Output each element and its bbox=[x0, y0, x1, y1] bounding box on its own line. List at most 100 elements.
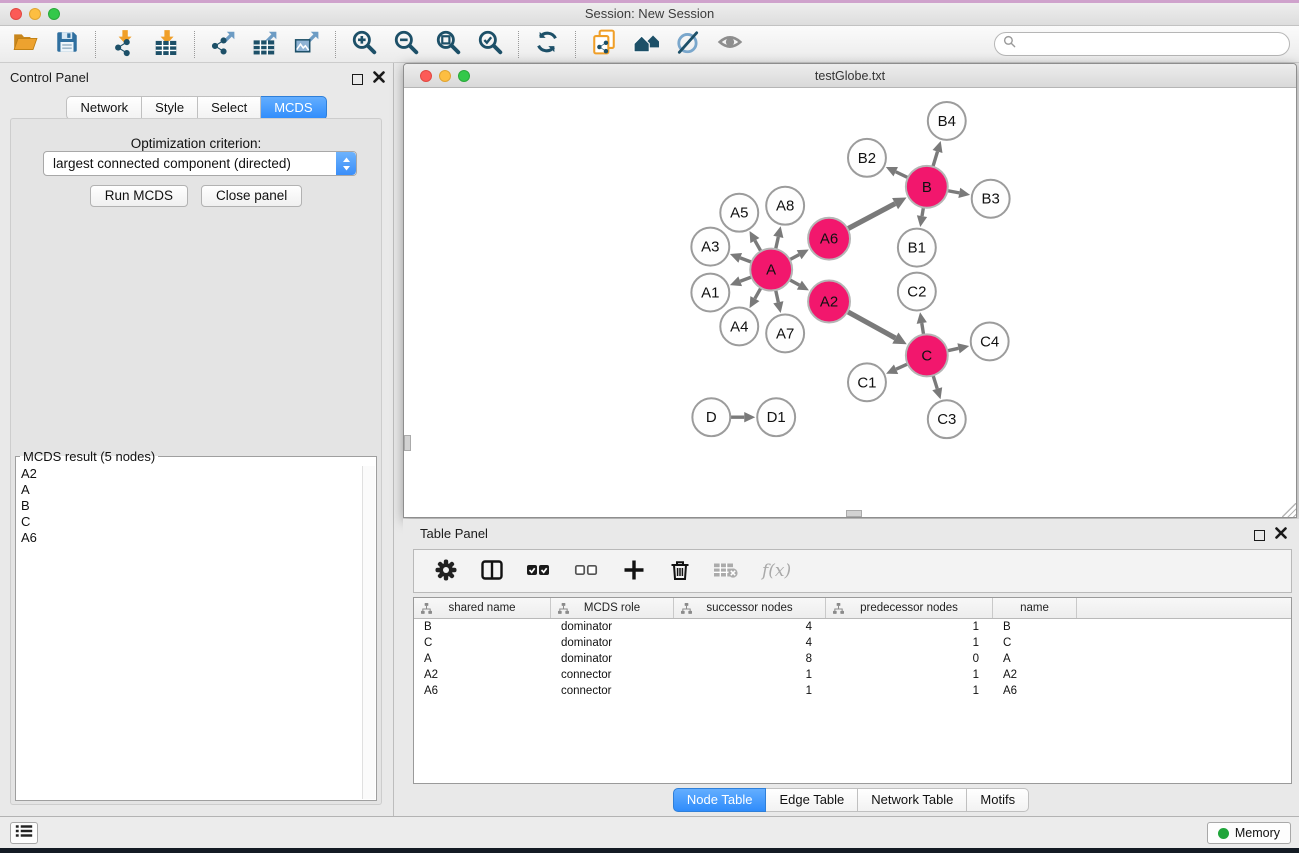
export-table-button[interactable] bbox=[244, 28, 286, 60]
node-A1[interactable]: A1 bbox=[691, 274, 729, 312]
svg-text:A2: A2 bbox=[820, 293, 838, 310]
horizontal-scroll-thumb[interactable] bbox=[846, 510, 862, 517]
tab-network-table[interactable]: Network Table bbox=[858, 788, 967, 812]
mcds-result-item[interactable]: A6 bbox=[17, 530, 362, 546]
add-column-button[interactable] bbox=[622, 558, 644, 585]
run-mcds-button[interactable]: Run MCDS bbox=[90, 185, 188, 207]
node-B1[interactable]: B1 bbox=[898, 229, 936, 267]
memory-button[interactable]: Memory bbox=[1207, 822, 1291, 844]
column-header-shared-name[interactable]: shared name bbox=[414, 598, 551, 618]
birdseye-toggle-button[interactable] bbox=[709, 28, 751, 60]
cell: dominator bbox=[551, 621, 674, 633]
tab-mcds[interactable]: MCDS bbox=[261, 96, 326, 120]
table-row[interactable]: Adominator80A bbox=[414, 651, 1291, 667]
column-type-icon bbox=[681, 603, 692, 617]
node-C[interactable]: C bbox=[906, 334, 948, 376]
mcds-result-item[interactable]: A2 bbox=[17, 466, 362, 482]
delete-column-button[interactable] bbox=[668, 558, 690, 585]
node-A5[interactable]: A5 bbox=[720, 194, 758, 232]
node-A8[interactable]: A8 bbox=[766, 187, 804, 225]
tab-network[interactable]: Network bbox=[66, 96, 142, 120]
table-row[interactable]: A2connector11A2 bbox=[414, 667, 1291, 683]
resize-grip[interactable] bbox=[1282, 503, 1296, 517]
zoom-selected-button[interactable] bbox=[469, 28, 511, 60]
refresh-network-button[interactable] bbox=[526, 28, 568, 60]
close-panel-icon[interactable] bbox=[373, 70, 385, 88]
table-close-panel-icon[interactable] bbox=[1275, 526, 1287, 544]
criterion-dropdown[interactable]: largest connected component (directed) bbox=[43, 151, 357, 176]
column-header-name[interactable]: name bbox=[993, 598, 1077, 618]
node-D1[interactable]: D1 bbox=[757, 398, 795, 436]
network-window-titlebar[interactable]: testGlobe.txt bbox=[404, 64, 1296, 88]
float-panel-icon[interactable] bbox=[352, 74, 363, 85]
node-D[interactable]: D bbox=[692, 398, 730, 436]
node-B3[interactable]: B3 bbox=[972, 180, 1010, 218]
svg-text:B: B bbox=[922, 179, 932, 196]
node-B4[interactable]: B4 bbox=[928, 102, 966, 140]
node-C2[interactable]: C2 bbox=[898, 273, 936, 311]
node-C4[interactable]: C4 bbox=[971, 322, 1009, 360]
table-float-panel-icon[interactable] bbox=[1254, 530, 1265, 541]
search-box[interactable] bbox=[994, 32, 1290, 56]
table-settings-button[interactable] bbox=[434, 558, 456, 585]
copy-network-icon bbox=[591, 29, 617, 60]
cell: dominator bbox=[551, 653, 674, 665]
toolbar-separator bbox=[95, 31, 96, 58]
table-row[interactable]: Bdominator41B bbox=[414, 619, 1291, 635]
import-network-button[interactable] bbox=[103, 28, 145, 60]
open-file-button[interactable] bbox=[4, 28, 46, 60]
table-row[interactable]: A6connector11A6 bbox=[414, 683, 1291, 699]
svg-text:C3: C3 bbox=[937, 411, 956, 428]
mcds-result-item[interactable]: C bbox=[17, 514, 362, 530]
node-A4[interactable]: A4 bbox=[720, 307, 758, 345]
node-B[interactable]: B bbox=[906, 166, 948, 208]
zoom-fit-button[interactable] bbox=[427, 28, 469, 60]
network-canvas[interactable]: B4 B2 B B3 A8A5 A6 A3 B1 A A1 C2 A2 A4A7 C4 C C1 C3 D D1 bbox=[404, 89, 1296, 517]
tab-edge-table[interactable]: Edge Table bbox=[766, 788, 858, 812]
detail-toggle-button[interactable] bbox=[667, 28, 709, 60]
mcds-list-scrollbar[interactable] bbox=[362, 466, 375, 799]
tab-motifs[interactable]: Motifs bbox=[967, 788, 1029, 812]
zoom-selected-icon bbox=[477, 29, 503, 60]
tab-select[interactable]: Select bbox=[198, 96, 261, 120]
node-C1[interactable]: C1 bbox=[848, 363, 886, 401]
vertical-scroll-thumb[interactable] bbox=[404, 435, 411, 451]
node-A[interactable]: A bbox=[750, 249, 792, 291]
column-visibility-button[interactable] bbox=[480, 558, 502, 585]
tab-node-table[interactable]: Node Table bbox=[673, 788, 767, 812]
node-C3[interactable]: C3 bbox=[928, 400, 966, 438]
mcds-result-box: MCDS result (5 nodes) A2ABCA6 bbox=[15, 449, 377, 801]
import-table-button[interactable] bbox=[145, 28, 187, 60]
export-image-button[interactable] bbox=[286, 28, 328, 60]
export-network-button[interactable] bbox=[202, 28, 244, 60]
copy-network-button[interactable] bbox=[583, 28, 625, 60]
home-layout-button[interactable] bbox=[625, 28, 667, 60]
save-session-button[interactable] bbox=[46, 28, 88, 60]
network-window: testGlobe.txt B4 B2 B B3 A8A5 A6 A3 B1 A A1 C2 A2 A4… bbox=[403, 63, 1297, 518]
table-row[interactable]: Cdominator41C bbox=[414, 635, 1291, 651]
memory-status-icon bbox=[1218, 828, 1229, 839]
mcds-result-item[interactable]: B bbox=[17, 498, 362, 514]
mcds-result-list: A2ABCA6 bbox=[17, 466, 362, 799]
app-window: Session: New Session Control Panel Netwo… bbox=[0, 3, 1299, 848]
select-all-button[interactable] bbox=[526, 558, 550, 585]
table-toolbar: f(x) bbox=[413, 549, 1292, 593]
node-B2[interactable]: B2 bbox=[848, 139, 886, 177]
task-history-button[interactable] bbox=[10, 822, 38, 844]
tab-style[interactable]: Style bbox=[142, 96, 198, 120]
column-header-successor-nodes[interactable]: successor nodes bbox=[674, 598, 826, 618]
search-input[interactable] bbox=[1016, 35, 1289, 53]
destroy-table-button bbox=[714, 558, 738, 585]
mcds-result-title: MCDS result (5 nodes) bbox=[20, 449, 158, 464]
mcds-result-item[interactable]: A bbox=[17, 482, 362, 498]
column-header-MCDS-role[interactable]: MCDS role bbox=[551, 598, 674, 618]
node-A7[interactable]: A7 bbox=[766, 314, 804, 352]
node-A6[interactable]: A6 bbox=[808, 218, 850, 260]
node-A2[interactable]: A2 bbox=[808, 281, 850, 323]
close-panel-button[interactable]: Close panel bbox=[201, 185, 302, 207]
node-A3[interactable]: A3 bbox=[691, 228, 729, 266]
deselect-all-button[interactable] bbox=[574, 558, 598, 585]
zoom-out-button[interactable] bbox=[385, 28, 427, 60]
column-header-predecessor-nodes[interactable]: predecessor nodes bbox=[826, 598, 993, 618]
zoom-in-button[interactable] bbox=[343, 28, 385, 60]
